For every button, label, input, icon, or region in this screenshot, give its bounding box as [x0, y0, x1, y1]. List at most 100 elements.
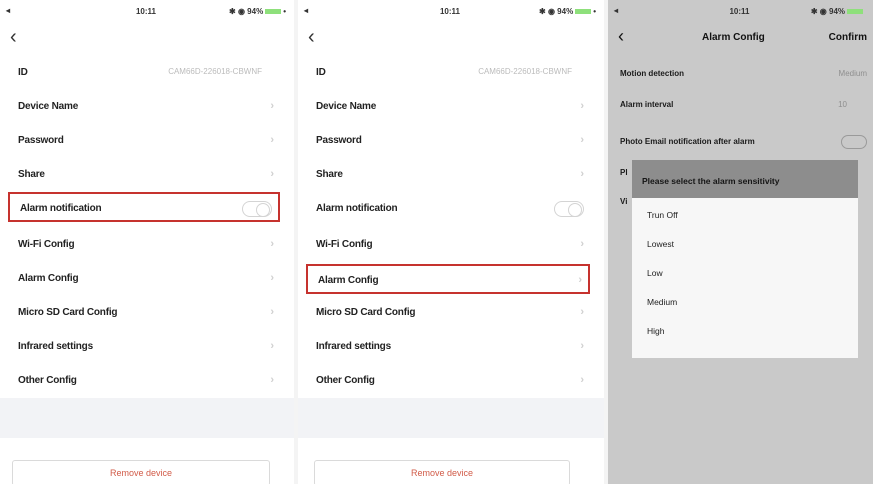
picker-options: Trun Off Lowest Low Medium High — [632, 198, 858, 358]
bottom-spacer — [0, 398, 294, 438]
battery-icon — [575, 9, 592, 15]
row-device-name[interactable]: Device Name › — [8, 92, 280, 122]
row-value: CAM66D-226018-CBWNF — [478, 67, 572, 76]
screen-alarm-config: ◂ 10:11 ✱ ◉ 94% ‹ Alarm Config Confirm M… — [608, 0, 873, 484]
option-medium[interactable]: Medium — [647, 297, 677, 307]
row-share[interactable]: Share › — [8, 160, 280, 190]
row-other-config[interactable]: Other Config › — [306, 366, 590, 396]
nav-header: ‹ Alarm Config Confirm — [608, 26, 873, 50]
row-label: Other Config — [316, 375, 375, 386]
picker-title: Please select the alarm sensitivity — [632, 160, 858, 198]
chevron-right-icon: › — [270, 238, 274, 250]
row-alarm-config[interactable]: Alarm Config › — [8, 264, 280, 294]
row-photo-email[interactable]: Photo Email notification after alarm — [620, 135, 867, 157]
status-icons: ✱ ◉ 94% — [539, 7, 574, 16]
chevron-right-icon: › — [580, 100, 584, 112]
row-partial-label: Pl — [620, 168, 628, 177]
screen-device-settings-2: ◂ 10:11 ✱ ◉ 94% • ‹ ID CAM66D-226018-CBWN… — [298, 0, 604, 484]
signal-icon: ◂ — [614, 6, 619, 15]
remove-device-button[interactable]: Remove device — [12, 460, 270, 484]
option-high[interactable]: High — [647, 326, 664, 336]
row-value: CAM66D-226018-CBWNF — [168, 67, 262, 76]
signal-icon: ◂ — [304, 6, 309, 15]
status-icons: ✱ ◉ 94% — [229, 7, 264, 16]
bottom-spacer — [298, 398, 604, 438]
status-bar: ◂ 10:11 ✱ ◉ 94% • — [304, 6, 596, 20]
status-bar: ◂ 10:11 ✱ ◉ 94% • — [6, 6, 286, 20]
photo-email-toggle[interactable] — [841, 135, 867, 149]
row-label: Wi-Fi Config — [316, 239, 373, 250]
chevron-right-icon: › — [580, 134, 584, 146]
chevron-right-icon: › — [270, 306, 274, 318]
row-micro-sd-config[interactable]: Micro SD Card Config › — [306, 298, 590, 328]
page-title: Alarm Config — [702, 32, 765, 43]
row-label: Device Name — [18, 101, 79, 112]
status-indicators: ✱ ◉ 94% • — [229, 7, 286, 16]
row-alarm-config[interactable]: Alarm Config › — [306, 264, 590, 294]
row-label: Device Name — [316, 101, 377, 112]
row-infrared-settings[interactable]: Infrared settings › — [306, 332, 590, 362]
row-label: ID — [316, 67, 326, 78]
row-motion-detection[interactable]: Motion detection Medium — [620, 69, 867, 89]
status-time: 10:11 — [439, 7, 461, 16]
remove-device-button[interactable]: Remove device — [314, 460, 570, 484]
row-label: Alarm interval — [620, 100, 674, 109]
row-label: Micro SD Card Config — [18, 307, 118, 318]
row-password[interactable]: Password › — [306, 126, 590, 156]
row-value: 10 — [838, 100, 847, 109]
sensitivity-picker: Please select the alarm sensitivity Trun… — [632, 160, 858, 358]
row-label: Infrared settings — [316, 341, 391, 352]
row-label: Other Config — [18, 375, 77, 386]
signal-icon: ◂ — [6, 6, 11, 15]
row-label: Password — [316, 135, 362, 146]
row-label: Alarm notification — [20, 203, 102, 214]
row-alarm-interval[interactable]: Alarm interval 10 — [620, 100, 867, 120]
row-share[interactable]: Share › — [306, 160, 590, 190]
chevron-right-icon: › — [270, 134, 274, 146]
row-label: Alarm Config — [318, 275, 379, 286]
row-wifi-config[interactable]: Wi-Fi Config › — [8, 230, 280, 260]
chevron-right-icon: › — [270, 168, 274, 180]
confirm-button[interactable]: Confirm — [829, 32, 867, 43]
battery-icon — [265, 9, 282, 15]
chevron-right-icon: › — [270, 374, 274, 386]
row-infrared-settings[interactable]: Infrared settings › — [8, 332, 280, 362]
row-value: Medium — [838, 69, 867, 78]
row-label: Share — [316, 169, 343, 180]
alarm-notification-toggle[interactable] — [554, 201, 584, 217]
row-label: ID — [18, 67, 28, 78]
option-lowest[interactable]: Lowest — [647, 239, 674, 249]
chevron-right-icon: › — [270, 100, 274, 112]
row-label: Alarm Config — [18, 273, 79, 284]
row-alarm-notification[interactable]: Alarm notification — [306, 194, 590, 224]
option-low[interactable]: Low — [647, 268, 663, 278]
row-label: Wi-Fi Config — [18, 239, 75, 250]
screen-device-settings-1: ◂ 10:11 ✱ ◉ 94% • ‹ ID CAM66D-226018-CBWN… — [0, 0, 294, 484]
row-label: Micro SD Card Config — [316, 307, 416, 318]
row-label: Alarm notification — [316, 203, 398, 214]
alarm-notification-toggle[interactable] — [242, 201, 272, 217]
row-wifi-config[interactable]: Wi-Fi Config › — [306, 230, 590, 260]
chevron-right-icon: › — [270, 340, 274, 352]
back-chevron-icon[interactable]: ‹ — [10, 27, 17, 47]
status-time: 10:11 — [729, 7, 750, 16]
row-micro-sd-config[interactable]: Micro SD Card Config › — [8, 298, 280, 328]
chevron-right-icon: › — [270, 272, 274, 284]
status-time: 10:11 — [135, 7, 157, 16]
row-label: Infrared settings — [18, 341, 93, 352]
chevron-right-icon: › — [580, 374, 584, 386]
chevron-right-icon: › — [580, 340, 584, 352]
row-other-config[interactable]: Other Config › — [8, 366, 280, 396]
option-trun-off[interactable]: Trun Off — [647, 210, 678, 220]
row-password[interactable]: Password › — [8, 126, 280, 156]
row-device-name[interactable]: Device Name › — [306, 92, 590, 122]
row-label: Photo Email notification after alarm — [620, 137, 755, 146]
row-label: Password — [18, 135, 64, 146]
back-chevron-icon[interactable]: ‹ — [308, 27, 315, 47]
status-icons: ✱ ◉ 94% — [810, 7, 845, 16]
row-alarm-notification[interactable]: Alarm notification — [8, 192, 280, 222]
row-id: ID CAM66D-226018-CBWNF — [306, 58, 590, 88]
status-indicators: ✱ ◉ 94% — [811, 7, 865, 16]
chevron-right-icon: › — [580, 306, 584, 318]
back-chevron-icon[interactable]: ‹ — [618, 26, 624, 46]
